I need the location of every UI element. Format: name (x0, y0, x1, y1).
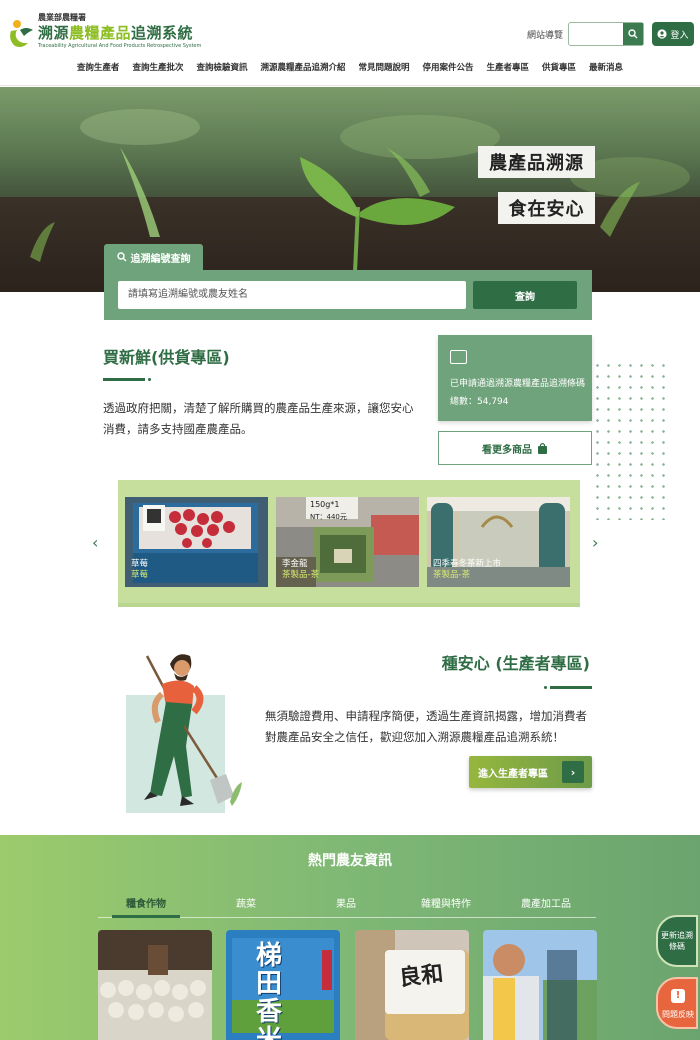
trace-search-panel: 請填寫追溯編號或農友姓名 查詢 (104, 270, 592, 320)
site-search-button[interactable] (623, 23, 643, 45)
rice-package-label: 梯田香米 (256, 941, 283, 1040)
feedback-label: 問題反映 (662, 1010, 694, 1019)
tab-fruits[interactable]: 果品 (306, 895, 386, 910)
hero-subheadline: 食在安心 (498, 192, 595, 224)
alert-icon: ! (671, 989, 685, 1003)
chevron-left-icon[interactable]: ‹ (92, 533, 98, 552)
product-card-caption: 四季春冬茶新上市 茶製品-茶 (433, 559, 501, 581)
product-card-title: 四季春冬茶新上市 (433, 559, 502, 569)
nav-item[interactable]: 生產者專區 (480, 58, 536, 78)
product-card[interactable]: 150g*1 NT：440元 李金龍 茶製品-茶 (276, 497, 419, 587)
farmer-card[interactable] (98, 930, 212, 1040)
product-card-caption: 草莓 草莓 (131, 559, 148, 581)
logo-title-highlight: 農糧產品 (69, 24, 132, 42)
site-header: 農業部農糧署 溯源農糧產品追溯系統 Traceability Agricultu… (0, 0, 700, 86)
product-card-tag-weight: 150g*1 (310, 500, 340, 509)
nav-item[interactable]: 常見問題說明 (352, 58, 416, 78)
site-search-input[interactable] (568, 22, 644, 46)
producer-section-title: 種安心 (生產者專區) (441, 654, 590, 673)
nav-item[interactable]: 最新消息 (583, 58, 630, 78)
logo-title-suffix: 追溯系統 (131, 24, 194, 42)
nav-item[interactable]: 查詢檢驗資訊 (190, 58, 254, 78)
feedback-button[interactable]: ! 問題反映 (656, 977, 698, 1029)
logo-mark-icon (10, 20, 33, 47)
product-card[interactable]: 草莓 草莓 (125, 497, 268, 587)
chevron-right-icon: › (562, 761, 584, 783)
trace-search-input[interactable]: 請填寫追溯編號或農友姓名 (118, 281, 466, 309)
chevron-right-icon[interactable]: › (592, 533, 598, 552)
nav-item[interactable]: 查詢生產批次 (126, 58, 190, 78)
title-underline-dot (148, 378, 151, 381)
hot-farmers-title: 熱門農友資訊 (308, 853, 392, 869)
enter-producer-zone-label: 進入生產者專區 (478, 769, 548, 780)
farmer-illustration (144, 654, 242, 806)
logo-title-prefix: 溯源 (38, 24, 70, 42)
barcode-stat-card: 已申請通過溯源農糧產品追溯條碼總數：54,794 (438, 335, 592, 421)
product-card-category: 茶製品-茶 (282, 570, 320, 580)
title-underline (550, 686, 592, 689)
hot-farmers-tabs: 糧食作物 蔬菜 果品 雜糧與特作 農產加工品 (98, 890, 596, 918)
decorative-dot-grid (592, 360, 667, 520)
more-products-button[interactable]: 看更多商品 (438, 431, 592, 465)
nav-item[interactable]: 溯源農糧產品追溯介紹 (254, 58, 352, 78)
site-logo[interactable]: 農業部農糧署 溯源農糧產品追溯系統 Traceability Agricultu… (8, 12, 208, 54)
tab-special-crops[interactable]: 雜糧與特作 (406, 895, 486, 910)
farmer-card[interactable] (483, 930, 597, 1040)
grain-sacks-photo (98, 930, 212, 1040)
tab-vegetables[interactable]: 蔬菜 (206, 895, 286, 910)
logo-english-title: Traceability Agricultural And Food Produ… (38, 43, 202, 49)
update-barcode-button[interactable]: 更新追溯條碼 (656, 915, 698, 967)
product-card-title: 李金龍 (282, 559, 308, 569)
buy-description: 透過政府把關，清楚了解所購買的農產品生產來源，讓您安心消費，請多支持國產農產品。 (103, 401, 414, 436)
nav-item[interactable]: 查詢生產者 (70, 58, 126, 78)
nav-item[interactable]: 停用案件公告 (416, 58, 480, 78)
product-card-tag-price: NT：440元 (310, 513, 347, 521)
hot-farmers-section: 熱門農友資訊 糧食作物 蔬菜 果品 雜糧與特作 農產加工品 梯田香米 良和 (0, 835, 700, 1040)
enter-producer-zone-button[interactable]: 進入生產者專區 › (469, 756, 592, 788)
barcode-stat-text: 已申請通過溯源農糧產品追溯條碼總數：54,794 (450, 379, 586, 407)
trace-tab-label: 追溯編號查詢 (130, 253, 191, 265)
main-nav: 查詢生產者 查詢生產批次 查詢檢驗資訊 溯源農糧產品追溯介紹 常見問題說明 停用… (0, 58, 700, 78)
product-card-caption: 李金龍 茶製品-茶 (282, 559, 319, 581)
hero-headline: 農產品溯源 (478, 146, 595, 178)
login-label: 登入 (670, 30, 689, 41)
farmer-card[interactable]: 良和 (355, 930, 469, 1040)
trace-search-button[interactable]: 查詢 (473, 281, 577, 309)
trace-search-tab[interactable]: 追溯編號查詢 (104, 244, 203, 270)
tab-grain-crops[interactable]: 糧食作物 (106, 895, 186, 910)
processed-food-label: 良和 (397, 960, 445, 992)
more-products-label: 看更多商品 (482, 444, 532, 456)
id-card-icon (450, 350, 467, 364)
title-underline (103, 378, 145, 381)
buy-section-title: 買新鮮(供貨專區) (103, 348, 230, 367)
search-icon (628, 29, 638, 39)
nav-item[interactable]: 供貨專區 (536, 58, 583, 78)
product-card[interactable]: 四季春冬茶新上市 茶製品-茶 (427, 497, 570, 587)
search-icon (116, 252, 126, 262)
active-tab-indicator (112, 915, 180, 918)
user-icon (657, 29, 668, 39)
product-card-category: 草莓 (131, 570, 149, 580)
sitemap-link[interactable]: 網站導覽 (527, 28, 563, 41)
title-underline-dot (544, 686, 547, 689)
tab-processed-products[interactable]: 農產加工品 (506, 895, 586, 910)
product-card-title: 草莓 (131, 559, 149, 569)
product-card-category: 茶製品-茶 (433, 570, 471, 580)
logo-title: 溯源農糧產品追溯系統 (38, 22, 193, 43)
shopping-bag-icon (538, 442, 547, 454)
producer-description: 無須驗證費用、申請程序簡便，透過生產資訊揭露，增加消費者對農產品安全之信任，歡迎… (265, 709, 587, 744)
farmer-portrait-photo (483, 930, 597, 1040)
farmer-card[interactable]: 梯田香米 (226, 930, 340, 1040)
login-button[interactable]: 登入 (652, 22, 694, 46)
